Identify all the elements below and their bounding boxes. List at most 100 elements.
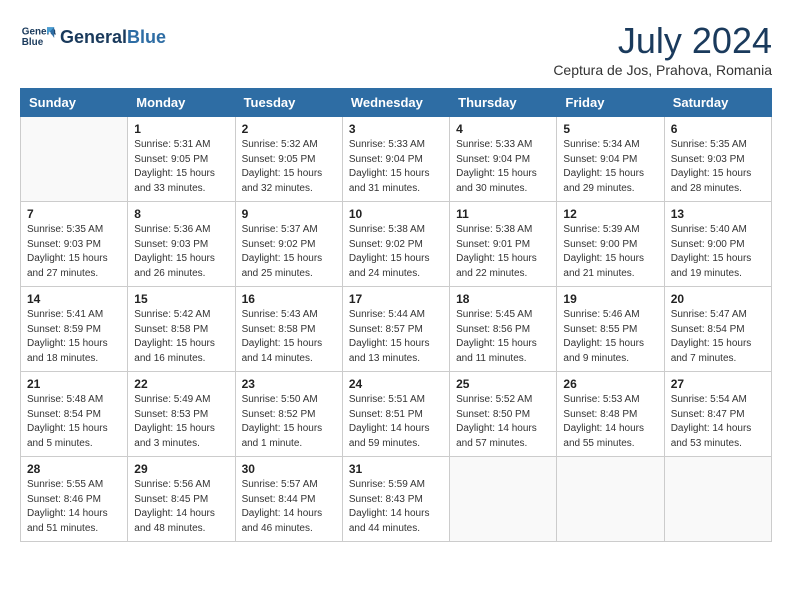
calendar-cell: 5Sunrise: 5:34 AM Sunset: 9:04 PM Daylig…	[557, 117, 664, 202]
day-info: Sunrise: 5:35 AM Sunset: 9:03 PM Dayligh…	[27, 223, 121, 281]
calendar-cell: 30 Sunrise: 5:57 AM Sunset: 8:44 PM Dayli…	[235, 457, 342, 542]
day-number: 24	[349, 377, 443, 391]
day-number: 16	[242, 292, 336, 306]
day-number: 8	[134, 207, 228, 221]
calendar-cell	[450, 457, 557, 542]
calendar-cell: 25 Sunrise: 5:52 AM Sunset: 8:50 PM Dayli…	[450, 372, 557, 457]
calendar-cell: 20 Sunrise: 5:47 AM Sunset: 8:54 PM Dayli…	[664, 287, 771, 372]
day-number: 10	[349, 207, 443, 221]
day-info: Sunrise: 5:51 AM Sunset: 8:51 PM Dayligh…	[349, 393, 443, 451]
day-info: Sunrise: 5:39 AM Sunset: 9:00 PM Dayligh…	[563, 223, 657, 281]
day-info: Sunrise: 5:42 AM Sunset: 8:58 PM Dayligh…	[134, 308, 228, 366]
day-number: 28	[27, 462, 121, 476]
calendar-week-row: 28 Sunrise: 5:55 AM Sunset: 8:46 PM Dayli…	[21, 457, 772, 542]
day-number: 17	[349, 292, 443, 306]
day-number: 30	[242, 462, 336, 476]
logo-text-line1: General	[60, 27, 127, 47]
calendar-cell: 21 Sunrise: 5:48 AM Sunset: 8:54 PM Dayli…	[21, 372, 128, 457]
day-info: Sunrise: 5:46 AM Sunset: 8:55 PM Dayligh…	[563, 308, 657, 366]
day-number: 26	[563, 377, 657, 391]
day-info: Sunrise: 5:59 AM Sunset: 8:43 PM Dayligh…	[349, 478, 443, 536]
day-info: Sunrise: 5:38 AM Sunset: 9:02 PM Dayligh…	[349, 223, 443, 281]
day-info: Sunrise: 5:31 AM Sunset: 9:05 PM Dayligh…	[134, 138, 228, 196]
day-info: Sunrise: 5:43 AM Sunset: 8:58 PM Dayligh…	[242, 308, 336, 366]
day-info: Sunrise: 5:56 AM Sunset: 8:45 PM Dayligh…	[134, 478, 228, 536]
calendar-week-row: 1Sunrise: 5:31 AM Sunset: 9:05 PM Daylig…	[21, 117, 772, 202]
calendar-cell: 27Sunrise: 5:54 AM Sunset: 8:47 PM Dayli…	[664, 372, 771, 457]
day-number: 9	[242, 207, 336, 221]
day-info: Sunrise: 5:57 AM Sunset: 8:44 PM Dayligh…	[242, 478, 336, 536]
day-info: Sunrise: 5:38 AM Sunset: 9:01 PM Dayligh…	[456, 223, 550, 281]
day-info: Sunrise: 5:48 AM Sunset: 8:54 PM Dayligh…	[27, 393, 121, 451]
day-number: 13	[671, 207, 765, 221]
calendar-cell: 15 Sunrise: 5:42 AM Sunset: 8:58 PM Dayli…	[128, 287, 235, 372]
day-number: 18	[456, 292, 550, 306]
calendar-cell: 29 Sunrise: 5:56 AM Sunset: 8:45 PM Dayli…	[128, 457, 235, 542]
day-number: 21	[27, 377, 121, 391]
calendar-cell: 17 Sunrise: 5:44 AM Sunset: 8:57 PM Dayli…	[342, 287, 449, 372]
calendar-cell: 11Sunrise: 5:38 AM Sunset: 9:01 PM Dayli…	[450, 202, 557, 287]
calendar-cell: 14 Sunrise: 5:41 AM Sunset: 8:59 PM Dayli…	[21, 287, 128, 372]
calendar-cell: 10 Sunrise: 5:38 AM Sunset: 9:02 PM Dayli…	[342, 202, 449, 287]
calendar-cell: 16 Sunrise: 5:43 AM Sunset: 8:58 PM Dayli…	[235, 287, 342, 372]
day-info: Sunrise: 5:47 AM Sunset: 8:54 PM Dayligh…	[671, 308, 765, 366]
calendar-cell: 23Sunrise: 5:50 AM Sunset: 8:52 PM Dayli…	[235, 372, 342, 457]
calendar-cell: 6 Sunrise: 5:35 AM Sunset: 9:03 PM Daylig…	[664, 117, 771, 202]
day-number: 29	[134, 462, 228, 476]
weekday-header-thursday: Thursday	[450, 89, 557, 117]
day-number: 23	[242, 377, 336, 391]
day-number: 15	[134, 292, 228, 306]
day-number: 4	[456, 122, 550, 136]
calendar-cell: 22Sunrise: 5:49 AM Sunset: 8:53 PM Dayli…	[128, 372, 235, 457]
day-number: 3	[349, 122, 443, 136]
day-info: Sunrise: 5:35 AM Sunset: 9:03 PM Dayligh…	[671, 138, 765, 196]
day-info: Sunrise: 5:53 AM Sunset: 8:48 PM Dayligh…	[563, 393, 657, 451]
calendar-cell	[21, 117, 128, 202]
calendar-cell: 9 Sunrise: 5:37 AM Sunset: 9:02 PM Daylig…	[235, 202, 342, 287]
calendar-cell: 26 Sunrise: 5:53 AM Sunset: 8:48 PM Dayli…	[557, 372, 664, 457]
day-info: Sunrise: 5:37 AM Sunset: 9:02 PM Dayligh…	[242, 223, 336, 281]
calendar-cell: 2 Sunrise: 5:32 AM Sunset: 9:05 PM Daylig…	[235, 117, 342, 202]
calendar-table: SundayMondayTuesdayWednesdayThursdayFrid…	[20, 88, 772, 542]
day-info: Sunrise: 5:33 AM Sunset: 9:04 PM Dayligh…	[349, 138, 443, 196]
day-number: 7	[27, 207, 121, 221]
day-info: Sunrise: 5:55 AM Sunset: 8:46 PM Dayligh…	[27, 478, 121, 536]
day-number: 5	[563, 122, 657, 136]
calendar-week-row: 21 Sunrise: 5:48 AM Sunset: 8:54 PM Dayli…	[21, 372, 772, 457]
calendar-cell: 28 Sunrise: 5:55 AM Sunset: 8:46 PM Dayli…	[21, 457, 128, 542]
day-info: Sunrise: 5:32 AM Sunset: 9:05 PM Dayligh…	[242, 138, 336, 196]
day-number: 20	[671, 292, 765, 306]
calendar-cell: 19 Sunrise: 5:46 AM Sunset: 8:55 PM Dayli…	[557, 287, 664, 372]
day-number: 22	[134, 377, 228, 391]
day-number: 14	[27, 292, 121, 306]
day-info: Sunrise: 5:33 AM Sunset: 9:04 PM Dayligh…	[456, 138, 550, 196]
day-number: 2	[242, 122, 336, 136]
day-info: Sunrise: 5:52 AM Sunset: 8:50 PM Dayligh…	[456, 393, 550, 451]
calendar-cell: 13 Sunrise: 5:40 AM Sunset: 9:00 PM Dayli…	[664, 202, 771, 287]
weekday-header-friday: Friday	[557, 89, 664, 117]
day-info: Sunrise: 5:44 AM Sunset: 8:57 PM Dayligh…	[349, 308, 443, 366]
day-info: Sunrise: 5:41 AM Sunset: 8:59 PM Dayligh…	[27, 308, 121, 366]
day-info: Sunrise: 5:40 AM Sunset: 9:00 PM Dayligh…	[671, 223, 765, 281]
logo-icon: General Blue	[20, 20, 56, 56]
weekday-header-row: SundayMondayTuesdayWednesdayThursdayFrid…	[21, 89, 772, 117]
day-number: 27	[671, 377, 765, 391]
weekday-header-saturday: Saturday	[664, 89, 771, 117]
calendar-week-row: 7 Sunrise: 5:35 AM Sunset: 9:03 PM Daylig…	[21, 202, 772, 287]
logo: General Blue GeneralBlue	[20, 20, 166, 56]
logo-text-line2: Blue	[127, 27, 166, 47]
calendar-cell	[664, 457, 771, 542]
title-block: July 2024 Ceptura de Jos, Prahova, Roman…	[553, 20, 772, 78]
calendar-cell: 3 Sunrise: 5:33 AM Sunset: 9:04 PM Daylig…	[342, 117, 449, 202]
page-header: General Blue GeneralBlue July 2024 Ceptu…	[20, 20, 772, 78]
calendar-cell: 7 Sunrise: 5:35 AM Sunset: 9:03 PM Daylig…	[21, 202, 128, 287]
day-number: 19	[563, 292, 657, 306]
weekday-header-wednesday: Wednesday	[342, 89, 449, 117]
calendar-cell: 18Sunrise: 5:45 AM Sunset: 8:56 PM Dayli…	[450, 287, 557, 372]
day-number: 25	[456, 377, 550, 391]
day-number: 6	[671, 122, 765, 136]
weekday-header-sunday: Sunday	[21, 89, 128, 117]
calendar-cell: 12Sunrise: 5:39 AM Sunset: 9:00 PM Dayli…	[557, 202, 664, 287]
weekday-header-monday: Monday	[128, 89, 235, 117]
day-number: 31	[349, 462, 443, 476]
